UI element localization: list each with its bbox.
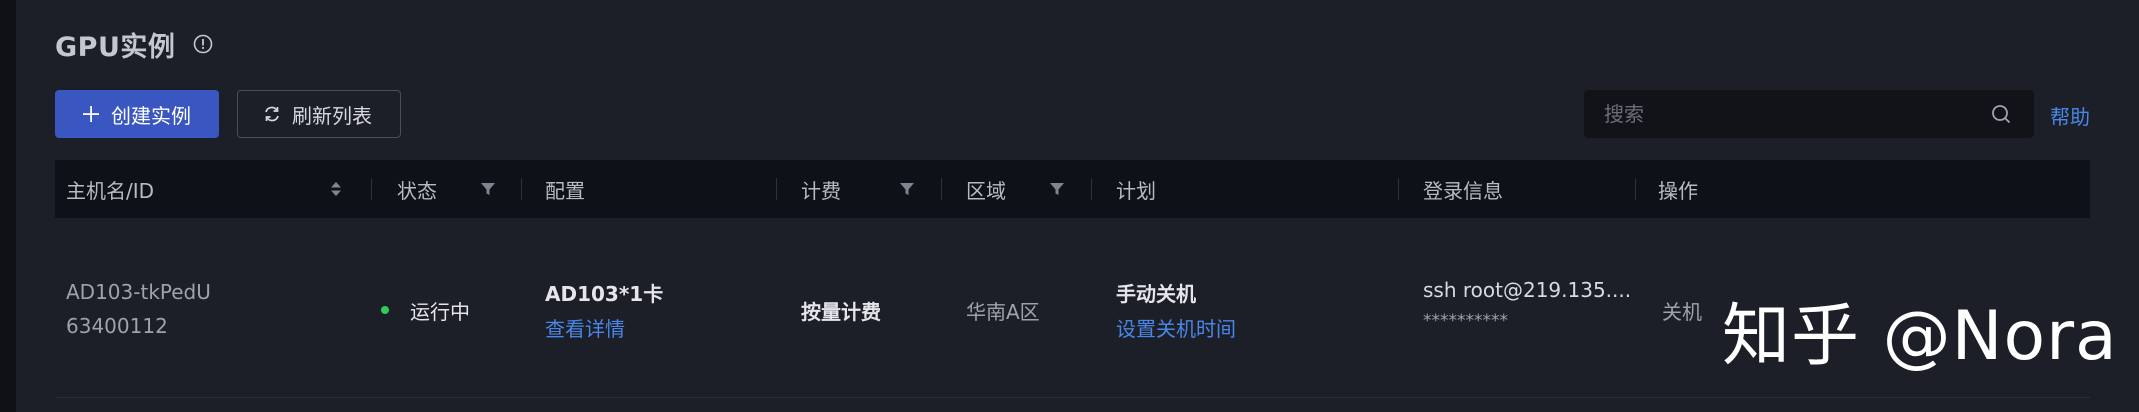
column-header-login-info: 登录信息 (1423, 178, 1503, 203)
create-instance-button[interactable]: 创建实例 (55, 90, 219, 138)
column-header-plan: 计划 (1116, 178, 1156, 203)
refresh-icon (265, 106, 279, 122)
status-running-dot (381, 306, 389, 314)
hostname-text[interactable]: AD103-tkPedU (66, 280, 211, 304)
page-title: GPU实例 (55, 31, 176, 63)
column-separator (941, 178, 942, 200)
column-separator (1398, 178, 1399, 200)
column-header-region[interactable]: 区域 (966, 160, 1006, 218)
instance-id-text: 63400112 (66, 314, 168, 338)
column-header-config: 配置 (545, 178, 585, 203)
column-separator (371, 178, 372, 200)
login-command-text[interactable]: ssh root@219.135.... (1423, 278, 1631, 302)
create-instance-label: 创建实例 (111, 103, 191, 128)
search-icon[interactable] (1990, 103, 2012, 125)
status-text: 运行中 (410, 300, 470, 324)
refresh-list-label: 刷新列表 (292, 103, 372, 128)
watermark-text: 知乎 @Nora (1722, 297, 2118, 376)
column-separator (1091, 178, 1092, 200)
shutdown-button[interactable]: 关机 (1662, 296, 1702, 325)
refresh-list-button[interactable]: 刷新列表 (237, 90, 401, 138)
column-header-hostname[interactable]: 主机名/ID (66, 160, 154, 218)
title-row: GPU实例 (55, 24, 213, 64)
region-text: 华南A区 (966, 300, 1040, 324)
table-header: 主机名/ID 状态 配置 计费 区域 计划 登录信息 操作 (55, 160, 2090, 218)
set-shutdown-time-link[interactable]: 设置关机时间 (1116, 313, 1236, 342)
info-circle-icon[interactable] (193, 34, 213, 54)
view-details-link[interactable]: 查看详情 (545, 313, 625, 342)
search-box (1584, 90, 2034, 138)
column-header-billing[interactable]: 计费 (801, 160, 841, 218)
row-divider (55, 397, 2090, 398)
search-input[interactable] (1602, 101, 1976, 127)
plus-icon (83, 106, 99, 122)
help-link[interactable]: 帮助 (2050, 101, 2090, 130)
login-password-text: ********** (1423, 311, 1508, 331)
billing-text: 按量计费 (801, 300, 881, 324)
filter-icon[interactable] (1048, 180, 1066, 198)
left-edge-strip (0, 0, 16, 412)
sort-icon[interactable] (327, 180, 345, 198)
filter-icon[interactable] (898, 180, 916, 198)
column-separator (1635, 178, 1636, 200)
column-separator (521, 178, 522, 200)
toolbar: 创建实例 刷新列表 (55, 90, 401, 138)
column-header-actions: 操作 (1658, 178, 1698, 203)
filter-icon[interactable] (479, 180, 497, 198)
column-header-status[interactable]: 状态 (397, 160, 437, 218)
plan-text: 手动关机 (1116, 282, 1196, 306)
config-text: AD103*1卡 (545, 282, 664, 306)
column-separator (776, 178, 777, 200)
